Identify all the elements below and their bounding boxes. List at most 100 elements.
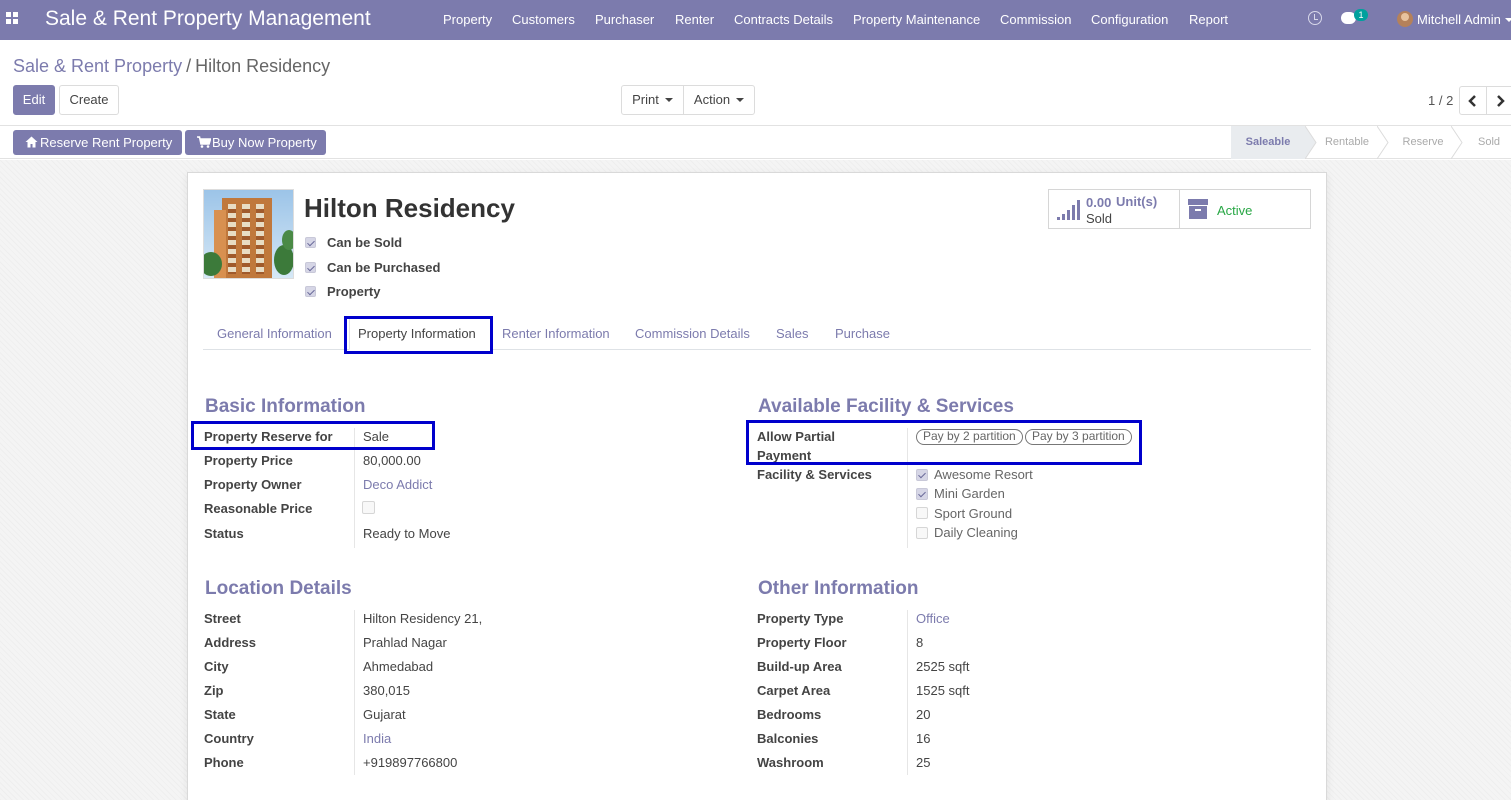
field-label: Status xyxy=(204,526,244,541)
field-label: Address xyxy=(204,635,257,650)
menu-customers[interactable]: Customers xyxy=(512,12,575,27)
field-label: State xyxy=(204,707,236,722)
caret-down-icon xyxy=(736,97,745,102)
mini-garden-label: Mini Garden xyxy=(934,486,1005,501)
zip-value[interactable]: 380,015 xyxy=(363,683,410,698)
can-be-purchased-checkbox[interactable] xyxy=(305,262,316,273)
location-details-title: Location Details xyxy=(205,578,352,599)
phone-value[interactable]: +919897766800 xyxy=(363,755,457,770)
facility-services-title: Available Facility & Services xyxy=(758,396,1014,417)
property-owner-link[interactable]: Deco Addict xyxy=(363,477,432,492)
city-value[interactable]: Ahmedabad xyxy=(363,659,433,674)
reserve-rent-property-label: Reserve Rent Property xyxy=(40,135,173,150)
sold-stat-button[interactable]: 0.00 Unit(s) Sold xyxy=(1048,189,1180,229)
menu-purchaser[interactable]: Purchaser xyxy=(595,12,654,27)
bedrooms-value[interactable]: 20 xyxy=(916,707,930,722)
buy-now-property-label: Buy Now Property xyxy=(212,135,317,150)
property-image[interactable] xyxy=(203,189,294,279)
menu-contracts-details[interactable]: Contracts Details xyxy=(734,12,833,27)
property-flag-label: Property xyxy=(327,284,381,299)
pager-previous-button[interactable] xyxy=(1459,86,1487,115)
print-dropdown[interactable]: Print xyxy=(621,85,684,115)
build-up-area-value[interactable]: 2525 sqft xyxy=(916,659,970,674)
can-be-sold-checkbox[interactable] xyxy=(305,237,316,248)
breadcrumb-separator: / xyxy=(186,56,192,76)
street-value[interactable]: Hilton Residency 21, xyxy=(363,611,482,626)
edit-button[interactable]: Edit xyxy=(13,85,55,115)
country-link[interactable]: India xyxy=(363,731,391,746)
menu-property[interactable]: Property xyxy=(443,12,492,27)
basic-information-title: Basic Information xyxy=(205,396,366,417)
tab-sales[interactable]: Sales xyxy=(776,326,809,341)
active-toggle-button[interactable]: Active xyxy=(1179,189,1311,229)
state-value[interactable]: Gujarat xyxy=(363,707,406,722)
field-label: Balconies xyxy=(757,731,819,746)
breadcrumb-current: Hilton Residency xyxy=(195,56,331,76)
avatar[interactable] xyxy=(1397,11,1413,27)
stage-arrow xyxy=(1305,126,1317,159)
sold-label: Sold xyxy=(1086,211,1113,226)
tab-general-information[interactable]: General Information xyxy=(217,326,332,341)
carpet-area-value[interactable]: 1525 sqft xyxy=(916,683,970,698)
tab-commission-details[interactable]: Commission Details xyxy=(635,326,750,341)
chevron-right-icon xyxy=(1497,95,1505,107)
sport-ground-checkbox[interactable] xyxy=(916,507,928,519)
highlight-box xyxy=(191,421,435,450)
clock-icon[interactable] xyxy=(1308,11,1322,25)
address-value[interactable]: Prahlad Nagar xyxy=(363,635,447,650)
apps-icon[interactable] xyxy=(6,12,20,26)
breadcrumb-parent[interactable]: Sale & Rent Property xyxy=(13,56,182,76)
washroom-value[interactable]: 25 xyxy=(916,755,930,770)
reasonable-price-checkbox[interactable] xyxy=(362,501,375,514)
field-label: Reasonable Price xyxy=(204,501,313,516)
property-type-link[interactable]: Office xyxy=(916,611,950,626)
facility-services-label: Facility & Services xyxy=(757,467,872,482)
property-floor-value[interactable]: 8 xyxy=(916,635,923,650)
field-label: City xyxy=(204,659,229,674)
field-label: Phone xyxy=(204,755,244,770)
chevron-down-icon[interactable] xyxy=(1505,18,1511,22)
sold-unit: Unit(s) xyxy=(1116,194,1158,209)
stage-sold[interactable]: Sold xyxy=(1467,126,1511,159)
reserve-rent-property-button[interactable]: Reserve Rent Property xyxy=(13,130,182,155)
pager-value[interactable]: 1 / 2 xyxy=(1428,93,1453,108)
menu-renter[interactable]: Renter xyxy=(675,12,714,27)
field-label: Washroom xyxy=(757,755,824,770)
label-separator xyxy=(907,610,908,775)
app-title[interactable]: Sale & Rent Property Management xyxy=(45,7,371,31)
awesome-resort-label: Awesome Resort xyxy=(934,467,1033,482)
field-label: Build-up Area xyxy=(757,659,842,674)
buy-now-property-button[interactable]: Buy Now Property xyxy=(185,130,326,155)
signal-bars-icon xyxy=(1057,200,1080,220)
pager-next-button[interactable] xyxy=(1486,86,1511,115)
menu-property-maintenance[interactable]: Property Maintenance xyxy=(853,12,980,27)
property-checkbox[interactable] xyxy=(305,286,316,297)
balconies-value[interactable]: 16 xyxy=(916,731,930,746)
field-label: Property Owner xyxy=(204,477,302,492)
menu-commission[interactable]: Commission xyxy=(1000,12,1072,27)
user-menu[interactable]: Mitchell Admin xyxy=(1417,12,1501,27)
stage-saleable[interactable]: Saleable xyxy=(1231,126,1305,159)
tab-purchase[interactable]: Purchase xyxy=(835,326,890,341)
daily-cleaning-checkbox[interactable] xyxy=(916,527,928,539)
field-label: Street xyxy=(204,611,241,626)
menu-configuration[interactable]: Configuration xyxy=(1091,12,1168,27)
stage-arrow xyxy=(1451,126,1463,159)
create-button[interactable]: Create xyxy=(59,85,119,115)
status-value[interactable]: Ready to Move xyxy=(363,526,450,541)
stage-reserve[interactable]: Reserve xyxy=(1389,126,1457,159)
property-price-value[interactable]: 80,000.00 xyxy=(363,453,421,468)
menu-report[interactable]: Report xyxy=(1189,12,1228,27)
field-label: Zip xyxy=(204,683,224,698)
awesome-resort-checkbox[interactable] xyxy=(916,469,928,481)
property-name: Hilton Residency xyxy=(304,193,515,223)
tab-renter-information[interactable]: Renter Information xyxy=(502,326,610,341)
field-label: Carpet Area xyxy=(757,683,831,698)
stage-rentable[interactable]: Rentable xyxy=(1317,126,1377,159)
chat-count-badge: 1 xyxy=(1354,9,1368,21)
daily-cleaning-label: Daily Cleaning xyxy=(934,525,1018,540)
mini-garden-checkbox[interactable] xyxy=(916,488,928,500)
home-icon xyxy=(25,136,38,148)
action-dropdown[interactable]: Action xyxy=(683,85,755,115)
chevron-left-icon xyxy=(1468,95,1476,107)
